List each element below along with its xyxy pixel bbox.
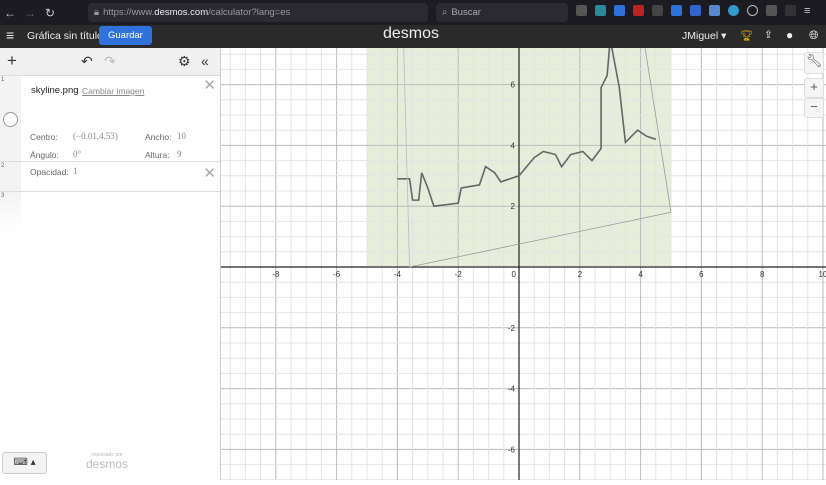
origin-label: 0 xyxy=(512,270,517,279)
desmos-header: ≡ Gráfica sin título Guardar desmos JMig… xyxy=(0,25,826,48)
new-expression[interactable]: 3 xyxy=(0,192,220,232)
angle-input[interactable]: 0° xyxy=(73,149,81,159)
expression-gutter: 3 xyxy=(0,192,21,232)
undo-icon[interactable]: ↶ xyxy=(81,53,93,70)
width-input[interactable]: 10 xyxy=(177,131,186,141)
powered-by-logo: desmos xyxy=(86,457,129,471)
extension-icon[interactable] xyxy=(595,5,606,16)
x-tick-label: -6 xyxy=(333,270,341,279)
y-tick-label: 4 xyxy=(511,141,516,150)
url-bar[interactable]: 🔒︎ https://www.desmos.com/calculator?lang… xyxy=(88,3,428,22)
extension-icon[interactable] xyxy=(576,5,587,16)
user-menu[interactable]: JMiguel ▾ xyxy=(682,30,726,42)
help-icon[interactable]: ● xyxy=(786,28,793,42)
hamburger-menu-icon[interactable]: ≡ xyxy=(6,27,14,43)
graph-paper[interactable]: -8 -6 -4 -2 2 4 6 8 10 6 4 2 -2 -4 -6 0 🔧︎ + − xyxy=(214,0,826,481)
delete-expression-icon[interactable]: ✕ xyxy=(203,164,216,182)
zoom-in-button[interactable]: + xyxy=(804,78,824,98)
url-prefix: https://www. xyxy=(103,7,155,18)
expression-panel: + ↶ ↷ ⚙ « 1 ✕ skyline.png Cambiar imagen… xyxy=(0,48,221,480)
keyboard-toggle-button[interactable]: ⌨ ▴ xyxy=(2,452,47,474)
back-icon[interactable]: ← xyxy=(0,6,20,20)
redo-icon[interactable]: ↷ xyxy=(104,53,116,70)
reload-icon[interactable]: ↻ xyxy=(40,6,60,20)
image-expression[interactable]: 1 ✕ skyline.png Cambiar imagen Centro: (… xyxy=(0,76,220,177)
x-tick-label: 6 xyxy=(699,270,704,279)
x-tick-label: -2 xyxy=(455,270,463,279)
zoom-out-button[interactable]: − xyxy=(804,98,824,118)
collapse-panel-icon[interactable]: « xyxy=(201,53,209,69)
expression-toolbar: + ↶ ↷ ⚙ « xyxy=(0,48,220,76)
graph-canvas[interactable]: -8 -6 -4 -2 2 4 6 8 10 6 4 2 -2 -4 -6 0 xyxy=(214,0,826,481)
search-icon: ⌕ xyxy=(442,7,448,18)
extension-icon[interactable] xyxy=(652,5,663,16)
extension-icon[interactable] xyxy=(614,5,625,16)
expression-gutter: 1 xyxy=(0,76,21,161)
empty-expression[interactable]: 2 ✕ xyxy=(0,162,220,192)
user-name: JMiguel xyxy=(682,30,719,42)
extensions: ≡ xyxy=(576,5,810,17)
height-label: Altura: xyxy=(145,150,170,160)
extension-icon[interactable] xyxy=(709,5,720,16)
center-label: Centro: xyxy=(30,132,58,142)
image-filename: skyline.png xyxy=(31,85,79,96)
add-expression-button[interactable]: + xyxy=(7,51,17,71)
forward-icon[interactable]: → xyxy=(20,6,40,20)
extension-icon[interactable] xyxy=(633,5,644,16)
share-icon[interactable]: ⇪ xyxy=(764,29,773,41)
power-icon[interactable] xyxy=(747,5,758,16)
wrench-settings-button[interactable]: 🔧︎ xyxy=(804,52,824,74)
gear-icon[interactable]: ⚙ xyxy=(178,53,191,70)
width-label: Ancho: xyxy=(145,132,172,142)
y-tick-label: 6 xyxy=(511,81,516,90)
extension-icon[interactable] xyxy=(671,5,682,16)
powered-by-desmos: impulsado por desmos xyxy=(86,452,128,471)
y-tick-label: 2 xyxy=(511,202,516,211)
x-tick-label: 4 xyxy=(638,270,643,279)
globe-icon[interactable]: 🌐︎ xyxy=(809,28,819,43)
search-placeholder: Buscar xyxy=(451,7,481,18)
x-tick-label: 2 xyxy=(578,270,583,279)
x-tick-label: 8 xyxy=(760,270,765,279)
expression-index: 1 xyxy=(1,77,5,83)
menu-icon[interactable]: ≡ xyxy=(804,5,810,17)
angle-label: Ángulo: xyxy=(30,150,59,160)
delete-expression-icon[interactable]: ✕ xyxy=(203,76,216,94)
desmos-logo: desmos xyxy=(383,25,440,42)
center-input[interactable]: (−0.01,4.53) xyxy=(73,131,118,141)
height-input[interactable]: 9 xyxy=(177,149,182,159)
cloud-icon[interactable] xyxy=(728,5,739,16)
x-tick-label: 10 xyxy=(819,270,826,279)
url-domain: desmos.com xyxy=(154,7,209,18)
x-tick-label: -8 xyxy=(272,270,280,279)
url-path: /calculator?lang=es xyxy=(208,7,291,18)
x-tick-label: -4 xyxy=(394,270,402,279)
extension-icon[interactable] xyxy=(766,5,777,16)
trophy-icon[interactable]: 🏆︎ xyxy=(740,29,753,42)
graph-title[interactable]: Gráfica sin título xyxy=(27,30,103,42)
extension-icon[interactable] xyxy=(785,5,796,16)
y-tick-label: -6 xyxy=(508,445,516,454)
search-input[interactable]: ⌕ Buscar xyxy=(436,3,568,22)
browser-toolbar: ← → ↻ 🔒︎ https://www.desmos.com/calculato… xyxy=(0,0,826,25)
y-tick-label: -4 xyxy=(508,385,516,394)
expression-index: 3 xyxy=(1,193,5,199)
y-tick-label: -2 xyxy=(508,324,516,333)
visibility-toggle[interactable] xyxy=(3,112,18,127)
change-image-link[interactable]: Cambiar imagen xyxy=(82,86,144,96)
save-button[interactable]: Guardar xyxy=(99,26,152,45)
lock-icon: 🔒︎ xyxy=(94,7,100,18)
expression-index: 2 xyxy=(1,163,5,169)
expression-gutter: 2 xyxy=(0,162,21,191)
extension-icon[interactable] xyxy=(690,5,701,16)
